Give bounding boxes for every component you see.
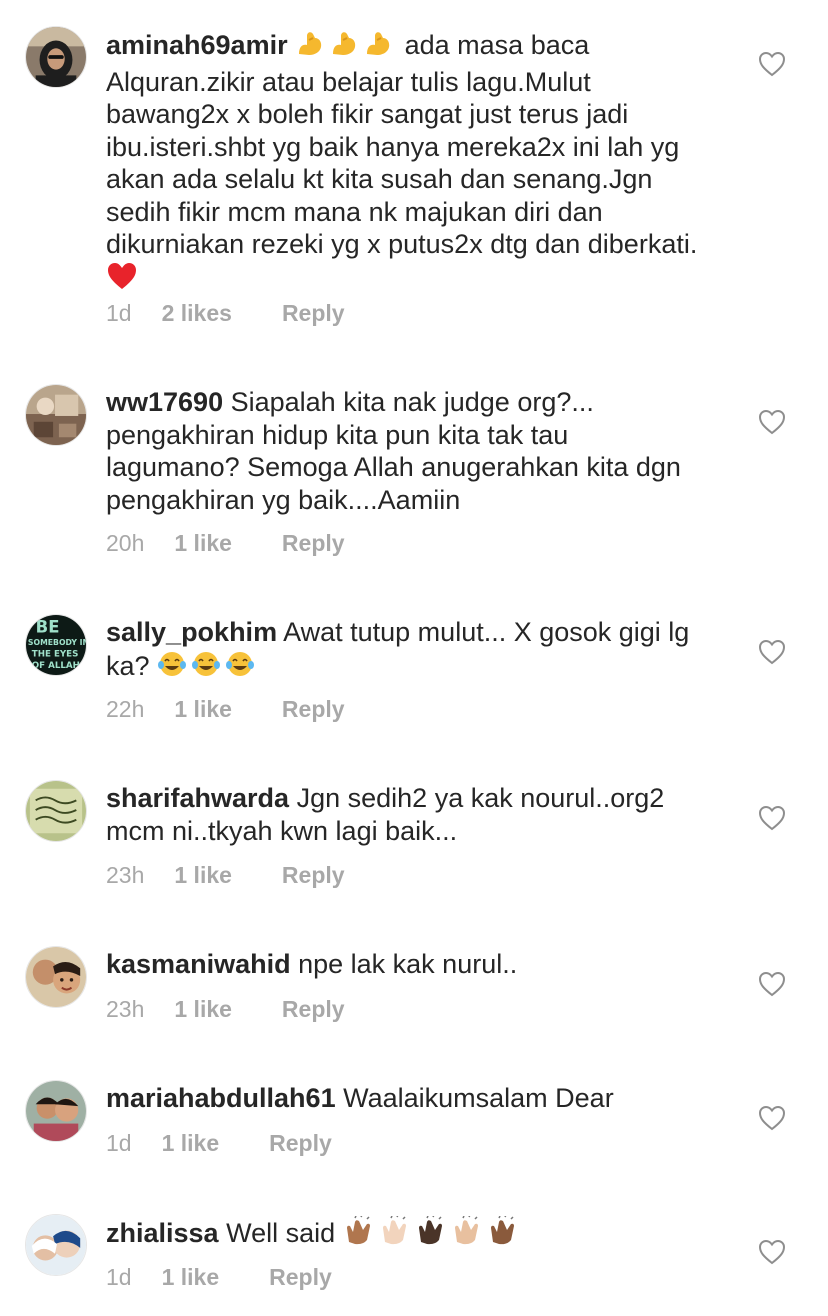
reply-button[interactable]: Reply [282, 996, 345, 1023]
likes-count[interactable]: 1 like [174, 862, 232, 889]
comment-meta: 22h 1 like Reply [106, 696, 345, 723]
comment-time: 23h [106, 996, 145, 1022]
comment-body: ada masa baca Alquran.zikir atau belajar… [106, 30, 698, 259]
like-heart-icon[interactable] [758, 971, 786, 997]
username-link[interactable]: kasmaniwahid [106, 949, 291, 979]
comment-time: 1d [106, 1130, 132, 1156]
avatar[interactable]: BE SOMEBODY IN THE EYES OF ALLAH [25, 614, 87, 676]
username-link[interactable]: aminah69amir [106, 30, 288, 60]
comment-meta: 1d 1 like Reply [106, 1264, 332, 1291]
avatar[interactable] [25, 946, 87, 1008]
username-link[interactable]: sally_pokhim [106, 617, 277, 647]
comment-body: Waalaikumsalam Dear [343, 1083, 614, 1113]
likes-count[interactable]: 1 like [174, 996, 232, 1023]
likes-count[interactable]: 1 like [162, 1264, 220, 1291]
like-heart-icon[interactable] [758, 805, 786, 831]
comment-body: Well said [226, 1218, 336, 1248]
comment-text: sally_pokhim Awat tutup mulut... X gosok… [106, 616, 706, 686]
likes-count[interactable]: 1 like [174, 696, 232, 723]
clapping-hands-icon [487, 1214, 519, 1254]
comment-meta: 1d 2 likes Reply [106, 300, 345, 327]
clapping-hands-icon [379, 1214, 411, 1254]
username-link[interactable]: mariahabdullah61 [106, 1083, 336, 1113]
avatar[interactable] [25, 1214, 87, 1276]
reply-button[interactable]: Reply [282, 696, 345, 723]
flexed-biceps-icon [363, 28, 393, 66]
reply-button[interactable]: Reply [269, 1264, 332, 1291]
red-heart-icon [106, 261, 138, 299]
avatar[interactable] [25, 384, 87, 446]
comment-time: 1d [106, 1264, 132, 1290]
avatar-caption: THE EYES [32, 650, 79, 660]
avatar-caption: SOMEBODY IN [28, 638, 86, 647]
likes-count[interactable]: 1 like [174, 530, 232, 557]
like-heart-icon[interactable] [758, 639, 786, 665]
tears-of-joy-icon [225, 649, 255, 687]
comment-text: mariahabdullah61 Waalaikumsalam Dear [106, 1082, 706, 1115]
like-heart-icon[interactable] [758, 1239, 786, 1265]
reply-button[interactable]: Reply [269, 1130, 332, 1157]
comment-text: aminah69amir ada masa baca Alquran.zikir… [106, 28, 706, 298]
username-link[interactable]: ww17690 [106, 387, 223, 417]
tears-of-joy-icon [157, 649, 187, 687]
comment-time: 20h [106, 530, 145, 556]
username-link[interactable]: sharifahwarda [106, 783, 289, 813]
clapping-hands-icon [415, 1214, 447, 1254]
reply-button[interactable]: Reply [282, 862, 345, 889]
like-heart-icon[interactable] [758, 409, 786, 435]
avatar[interactable] [25, 1080, 87, 1142]
like-heart-icon[interactable] [758, 1105, 786, 1131]
comment-text: ww17690 Siapalah kita nak judge org?... … [106, 386, 706, 516]
comment-meta: 23h 1 like Reply [106, 996, 345, 1023]
comment-meta: 1d 1 like Reply [106, 1130, 332, 1157]
likes-count[interactable]: 2 likes [162, 300, 232, 327]
avatar-caption: BE [36, 617, 60, 636]
comment-time: 22h [106, 696, 145, 722]
likes-count[interactable]: 1 like [162, 1130, 220, 1157]
flexed-biceps-icon [329, 28, 359, 66]
tears-of-joy-icon [191, 649, 221, 687]
clapping-hands-icon [451, 1214, 483, 1254]
flexed-biceps-icon [295, 28, 325, 66]
like-heart-icon[interactable] [758, 51, 786, 77]
username-link[interactable]: zhialissa [106, 1218, 219, 1248]
comment-meta: 23h 1 like Reply [106, 862, 345, 889]
comment-time: 1d [106, 300, 132, 326]
comment-time: 23h [106, 862, 145, 888]
reply-button[interactable]: Reply [282, 530, 345, 557]
comment-meta: 20h 1 like Reply [106, 530, 345, 557]
comment-body: npe lak kak nurul.. [298, 949, 518, 979]
comment-text: zhialissa Well said [106, 1214, 706, 1254]
comment-text: kasmaniwahid npe lak kak nurul.. [106, 948, 706, 981]
clapping-hands-icon [343, 1214, 375, 1254]
avatar-caption: OF ALLAH [32, 661, 80, 671]
avatar[interactable] [25, 26, 87, 88]
avatar[interactable] [25, 780, 87, 842]
comment-text: sharifahwarda Jgn sedih2 ya kak nourul..… [106, 782, 706, 847]
reply-button[interactable]: Reply [282, 300, 345, 327]
